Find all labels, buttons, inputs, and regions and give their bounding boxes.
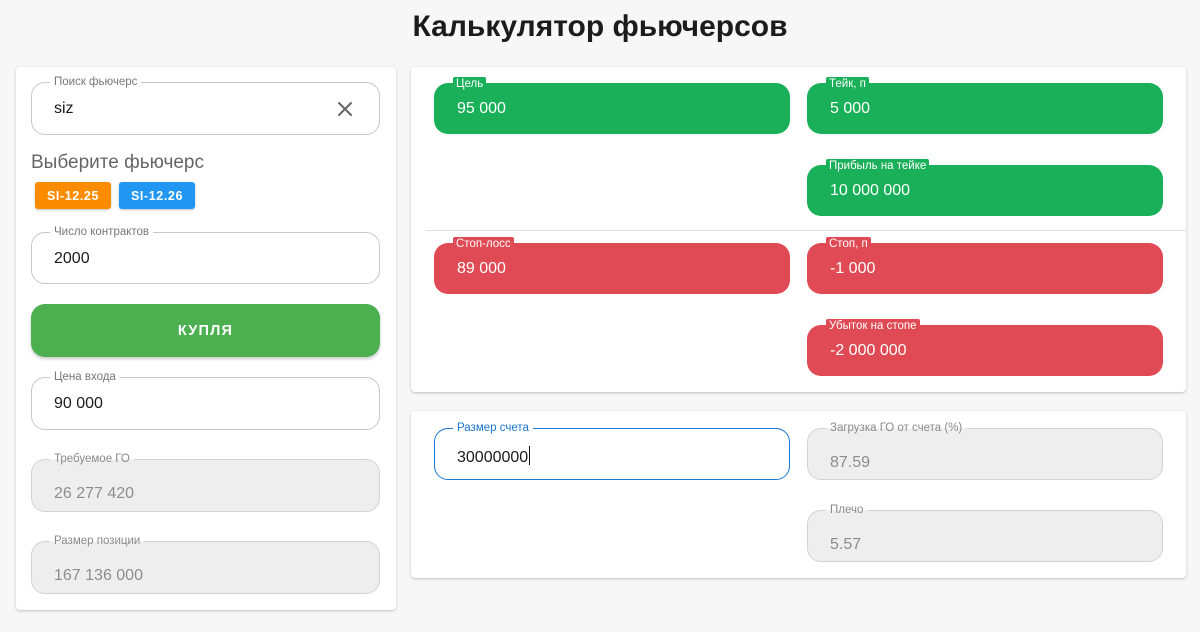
entry-price-label: Цена входа: [50, 370, 120, 384]
take-profit-label: Прибыль на тейке: [826, 159, 930, 173]
stop-points-field[interactable]: Стоп, п -1 000: [807, 237, 1163, 294]
margin-load-field: Загрузка ГО от счета (%) 87.59: [807, 421, 1163, 480]
stop-points-input[interactable]: -1 000: [830, 260, 875, 278]
futures-chip-si-12-26[interactable]: SI-12.26: [119, 182, 195, 209]
stop-loss-amount-value: -2 000 000: [830, 342, 907, 359]
take-points-field[interactable]: Тейк, п 5 000: [807, 77, 1163, 134]
account-size-field[interactable]: Размер счета 30000000: [434, 421, 790, 480]
targets-divider: [426, 230, 1186, 231]
take-points-label: Тейк, п: [826, 77, 869, 91]
account-size-label: Размер счета: [453, 421, 533, 435]
margin-load-value: 87.59: [830, 454, 871, 471]
target-input[interactable]: 95 000: [457, 100, 506, 118]
position-size-value: 167 136 000: [54, 567, 143, 584]
stop-points-label: Стоп, п: [826, 237, 871, 251]
contracts-field[interactable]: Число контрактов 2000: [31, 225, 380, 284]
leverage-field: Плечо 5.57: [807, 503, 1163, 562]
required-margin-label: Требуемое ГО: [50, 452, 134, 466]
clear-icon[interactable]: [335, 99, 355, 119]
buy-button[interactable]: КУПЛЯ: [31, 304, 380, 357]
futures-search-input[interactable]: siz: [54, 100, 74, 118]
page-title: Калькулятор фьючерсов: [412, 10, 788, 43]
required-margin-value: 26 277 420: [54, 485, 135, 502]
stop-loss-label: Стоп-лосс: [453, 237, 514, 251]
leverage-label: Плечо: [826, 503, 868, 517]
margin-load-label: Загрузка ГО от счета (%): [826, 421, 967, 435]
take-points-input[interactable]: 5 000: [830, 100, 870, 118]
entry-price-input[interactable]: 90 000: [54, 395, 103, 413]
target-field[interactable]: Цель 95 000: [434, 77, 790, 134]
stop-loss-field[interactable]: Стоп-лосс 89 000: [434, 237, 790, 294]
position-size-label: Размер позиции: [50, 534, 145, 548]
stop-loss-amount-label: Убыток на стопе: [826, 319, 920, 333]
entry-price-field[interactable]: Цена входа 90 000: [31, 370, 380, 430]
stop-loss-input[interactable]: 89 000: [457, 260, 506, 278]
position-size-field: Размер позиции 167 136 000: [31, 534, 380, 594]
take-profit-value: 10 000 000: [830, 182, 911, 199]
required-margin-field: Требуемое ГО 26 277 420: [31, 452, 380, 512]
text-cursor: [529, 446, 531, 465]
take-profit-field: Прибыль на тейке 10 000 000: [807, 159, 1163, 216]
futures-search-field[interactable]: Поиск фьючерс siz: [31, 75, 380, 135]
contracts-input[interactable]: 2000: [54, 250, 90, 268]
futures-chip-si-12-25[interactable]: SI-12.25: [35, 182, 111, 209]
target-label: Цель: [453, 77, 487, 91]
stop-loss-amount-field: Убыток на стопе -2 000 000: [807, 319, 1163, 376]
futures-search-label: Поиск фьючерс: [50, 75, 142, 89]
contracts-label: Число контрактов: [50, 225, 154, 239]
leverage-value: 5.57: [830, 536, 862, 553]
select-futures-heading: Выберите фьючерс: [31, 152, 204, 173]
account-size-input[interactable]: 30000000: [457, 446, 531, 467]
